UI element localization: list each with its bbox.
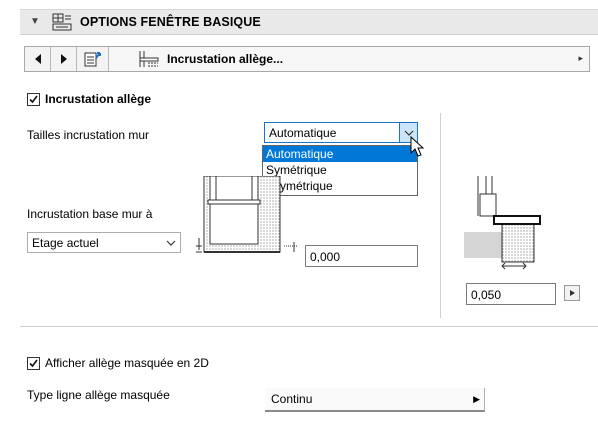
- option-page-label: Incrustation allège...: [167, 52, 284, 66]
- option-automatique[interactable]: Automatique: [263, 146, 417, 162]
- panel-header[interactable]: ▼ OPTIONS FENÊTRE BASIQUE: [20, 9, 598, 35]
- collapse-triangle-icon[interactable]: ▼: [30, 16, 40, 27]
- line-type-value: Continu: [271, 392, 313, 406]
- next-button[interactable]: [51, 47, 77, 71]
- triangle-right-icon: [60, 54, 67, 64]
- panel-title: OPTIONS FENÊTRE BASIQUE: [80, 15, 261, 29]
- depth-stepper-button[interactable]: [564, 285, 580, 301]
- previous-button[interactable]: [25, 47, 51, 71]
- base-wall-combo[interactable]: Etage actuel: [27, 232, 181, 253]
- base-wall-value: Etage actuel: [32, 236, 99, 250]
- option-navigator-bar: Incrustation allège... ▸: [24, 46, 590, 72]
- checkmark-icon: [29, 95, 38, 104]
- settings-list-button[interactable]: [77, 47, 109, 71]
- line-type-label: Type ligne allège masquée: [27, 388, 170, 402]
- checkmark-icon: [29, 359, 38, 368]
- list-arrow-icon: [84, 52, 101, 67]
- chevron-right-icon: ▸: [578, 53, 583, 63]
- depth-value: 0,050: [471, 288, 502, 302]
- wall-sizes-label: Tailles incrustation mur: [27, 128, 150, 142]
- section-divider: [20, 326, 598, 327]
- sill-inset-checkbox[interactable]: [27, 93, 40, 106]
- line-type-select[interactable]: Continu ▶: [265, 388, 485, 412]
- triangle-right-icon: [570, 290, 575, 296]
- sill-inset-label: Incrustation allège: [45, 92, 152, 106]
- wall-inset-diagram: [196, 176, 298, 253]
- wall-sizes-combo[interactable]: Automatique: [264, 122, 418, 143]
- offset-value: 0,000: [310, 250, 341, 264]
- vertical-divider: [440, 113, 441, 318]
- offset-input[interactable]: 0,000: [305, 245, 418, 267]
- base-wall-label: Incrustation base mur à: [27, 207, 153, 221]
- mouse-cursor-icon: [410, 136, 425, 157]
- option-page-select[interactable]: Incrustation allège... ▸: [109, 47, 589, 71]
- sill-inset-icon: [139, 51, 159, 67]
- sill-depth-diagram: [464, 176, 541, 270]
- depth-input[interactable]: 0,050: [466, 283, 556, 305]
- show-hidden-sill-label: Afficher allège masquée en 2D: [45, 356, 209, 370]
- chevron-down-icon[interactable]: [162, 233, 180, 252]
- wall-sizes-value: Automatique: [269, 126, 337, 140]
- triangle-left-icon: [34, 54, 41, 64]
- show-hidden-sill-checkbox[interactable]: [27, 357, 40, 370]
- triangle-right-icon: ▶: [473, 394, 480, 404]
- window-options-icon: [52, 13, 72, 31]
